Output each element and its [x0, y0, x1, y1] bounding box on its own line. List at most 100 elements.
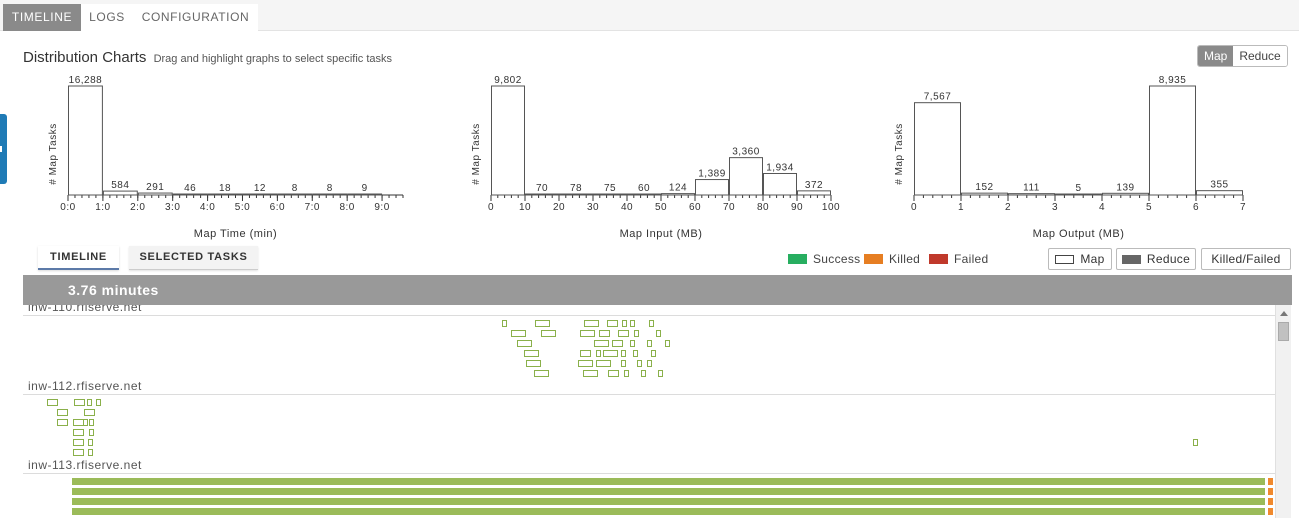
timeline-scrollbar[interactable] — [1275, 305, 1291, 518]
subtab-selected-tasks[interactable]: SELECTED TASKS — [129, 246, 258, 270]
task-box[interactable] — [651, 350, 656, 357]
y-axis-title: # Map Tasks — [48, 123, 59, 184]
task-box[interactable] — [57, 409, 68, 416]
map-swatch-icon — [1055, 254, 1075, 264]
task-box[interactable] — [594, 340, 609, 347]
task-box[interactable] — [57, 419, 68, 426]
task-box[interactable] — [535, 320, 550, 327]
bar-value-label: 3,360 — [732, 147, 760, 158]
task-box[interactable] — [578, 360, 593, 367]
task-box[interactable] — [622, 320, 627, 327]
histogram-bar — [102, 190, 138, 196]
task-box[interactable] — [88, 449, 93, 456]
task-box[interactable] — [534, 370, 549, 377]
bar-value-label: 75 — [604, 183, 616, 194]
bar-value-label: 7,567 — [924, 92, 952, 103]
task-box[interactable] — [73, 429, 84, 436]
task-box[interactable] — [630, 340, 635, 347]
task-box[interactable] — [583, 370, 598, 377]
task-box[interactable] — [89, 419, 94, 426]
bar-value-label: 9 — [362, 183, 368, 194]
bar-value-label: 16,288 — [69, 75, 103, 86]
task-box[interactable] — [618, 330, 629, 337]
x-tick-label: 1:0 — [95, 202, 110, 213]
task-box[interactable] — [596, 350, 601, 357]
histogram-bar — [797, 190, 831, 196]
subtab-timeline[interactable]: TIMELINE — [38, 246, 119, 270]
task-box[interactable] — [637, 360, 642, 367]
x-tick-label: 30 — [587, 202, 599, 213]
task-box[interactable] — [526, 360, 541, 367]
distribution-charts[interactable]: 0:0 1:0 2:0 3:0 4:0 5:0 6:0 7:0 8:0 9:016,288584 2… — [0, 0, 1299, 245]
histogram-bar — [491, 85, 525, 196]
task-box[interactable] — [89, 429, 94, 436]
task-box[interactable] — [630, 320, 635, 327]
filter-killed-failed-button[interactable]: Killed/Failed — [1201, 248, 1291, 270]
task-bar-killed[interactable] — [1268, 498, 1273, 505]
filter-reduce-button[interactable]: Reduce — [1116, 248, 1196, 270]
task-bar-success[interactable] — [72, 478, 1265, 485]
task-box[interactable] — [541, 330, 556, 337]
task-box[interactable] — [511, 330, 526, 337]
task-box[interactable] — [624, 370, 629, 377]
task-box[interactable] — [612, 340, 623, 347]
task-box[interactable] — [647, 340, 652, 347]
task-bar-killed[interactable] — [1268, 508, 1273, 515]
x-tick-label: 20 — [553, 202, 565, 213]
histogram-bar — [1196, 190, 1243, 196]
task-box[interactable] — [596, 360, 611, 367]
filter-map-button[interactable]: Map — [1048, 248, 1112, 270]
histogram-bar — [593, 193, 627, 196]
task-box[interactable] — [73, 449, 84, 456]
task-box[interactable] — [608, 370, 619, 377]
task-box[interactable] — [580, 350, 591, 357]
x-tick-label: 50 — [655, 202, 667, 213]
task-box[interactable] — [634, 330, 639, 337]
task-box[interactable] — [74, 399, 85, 406]
task-box[interactable] — [658, 370, 663, 377]
legend-failed-label: Failed — [954, 252, 989, 266]
filter-map-label: Map — [1080, 252, 1105, 266]
task-timeline[interactable]: inw-110.rfiserve.net inw-112.rfiserve.ne… — [23, 305, 1275, 518]
x-tick-label: 40 — [621, 202, 633, 213]
task-box[interactable] — [647, 360, 652, 367]
task-box[interactable] — [621, 360, 626, 367]
task-box[interactable] — [87, 399, 92, 406]
task-box[interactable] — [584, 320, 599, 327]
scroll-up-icon[interactable] — [1280, 311, 1288, 316]
histogram-bar — [1149, 85, 1196, 196]
task-box[interactable] — [665, 340, 670, 347]
task-box[interactable] — [73, 439, 84, 446]
task-box[interactable] — [580, 330, 595, 337]
task-box[interactable] — [603, 350, 618, 357]
bar-value-label: 355 — [1210, 180, 1228, 191]
scroll-thumb[interactable] — [1278, 322, 1289, 341]
task-box[interactable] — [607, 320, 618, 327]
task-box[interactable] — [96, 399, 101, 406]
x-tick-label: 5:0 — [235, 202, 250, 213]
task-bar-killed[interactable] — [1268, 478, 1273, 485]
task-box[interactable] — [649, 320, 654, 327]
bar-value-label: 372 — [805, 180, 823, 191]
task-box[interactable] — [524, 350, 539, 357]
task-box[interactable] — [641, 370, 646, 377]
task-box[interactable] — [1193, 439, 1198, 446]
task-bar-killed[interactable] — [1268, 488, 1273, 495]
task-box[interactable] — [621, 350, 626, 357]
histogram-bar — [277, 193, 313, 196]
task-box[interactable] — [633, 350, 638, 357]
task-box[interactable] — [656, 330, 661, 337]
task-bar-success[interactable] — [72, 498, 1265, 505]
task-box[interactable] — [84, 409, 95, 416]
histogram-bar — [627, 193, 661, 196]
task-box[interactable] — [502, 320, 507, 327]
task-box[interactable] — [599, 330, 610, 337]
task-box[interactable] — [83, 419, 88, 426]
task-bar-success[interactable] — [72, 508, 1265, 515]
task-bar-success[interactable] — [72, 488, 1265, 495]
task-box[interactable] — [88, 439, 93, 446]
bar-value-label: 1,389 — [698, 169, 726, 180]
x-tick-label: 3 — [1052, 202, 1058, 213]
task-box[interactable] — [47, 399, 58, 406]
task-box[interactable] — [517, 340, 532, 347]
